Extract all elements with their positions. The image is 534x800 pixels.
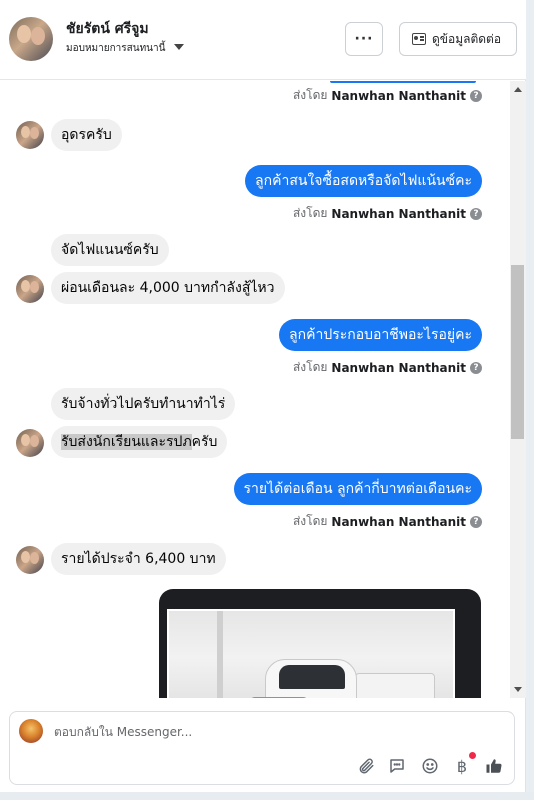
incoming-message[interactable]: อุดรครับ (51, 119, 122, 151)
info-icon[interactable]: ? (470, 207, 482, 220)
paperclip-icon[interactable] (356, 756, 376, 776)
assign-dropdown-icon[interactable] (174, 44, 184, 50)
baht-icon[interactable]: ฿ (452, 756, 472, 776)
contact-avatar[interactable] (9, 17, 53, 61)
sender-avatar[interactable] (16, 121, 44, 149)
notification-dot (469, 752, 476, 759)
contact-name[interactable]: ชัยรัตน์ ศรีจูม (66, 18, 149, 40)
assign-conversation-label[interactable]: มอบหมายการสนทนานี้ (66, 41, 165, 56)
more-icon: ··· (354, 31, 374, 47)
reply-composer: ฿ (9, 711, 515, 785)
reply-input[interactable] (54, 722, 494, 742)
view-contact-button[interactable]: ดูข้อมูลติดต่อ (399, 22, 517, 56)
thumbs-up-icon[interactable] (484, 756, 504, 776)
info-icon[interactable]: ? (470, 515, 482, 528)
chat-bubble-icon[interactable] (387, 756, 407, 776)
sent-by-label: ส่งโดย Nanwhan Nanthanit? (293, 512, 482, 531)
sender-avatar[interactable] (16, 546, 44, 574)
view-contact-label: ดูข้อมูลติดต่อ (432, 31, 502, 46)
outgoing-message[interactable]: รายได้ต่อเดือน ลูกค้ากี่บาทต่อเดือนคะ (233, 473, 482, 505)
outgoing-message[interactable]: ลูกค้าสนใจซื้อสดหรือจัดไฟแน้นซ์คะ (245, 165, 482, 197)
info-icon[interactable]: ? (470, 89, 482, 102)
incoming-message[interactable]: จัดไฟแนนซ์ครับ (51, 234, 169, 266)
sender-avatar[interactable] (16, 275, 44, 303)
incoming-message[interactable]: รับส่งนักเรียนและรปภครับ (51, 426, 228, 458)
sent-by-label: ส่งโดย Nanwhan Nanthanit? (293, 86, 482, 105)
emoji-icon[interactable] (420, 756, 440, 776)
contact-card-icon (412, 33, 426, 45)
incoming-message[interactable]: รายได้ประจำ 6,400 บาท (51, 543, 226, 575)
outgoing-bubble-partial (330, 81, 476, 83)
scroll-up-arrow-icon[interactable] (514, 87, 522, 92)
page-avatar (19, 719, 43, 743)
more-options-button[interactable]: ··· (345, 22, 383, 56)
truck-photo (167, 609, 455, 698)
image-message[interactable] (159, 589, 481, 698)
message-thread[interactable]: ส่งโดย Nanwhan Nanthanit? อุดรครับ ลูกค้า… (0, 81, 510, 698)
scroll-down-arrow-icon[interactable] (514, 687, 522, 692)
info-icon[interactable]: ? (470, 361, 482, 374)
sent-by-label: ส่งโดย Nanwhan Nanthanit? (293, 204, 482, 223)
incoming-message[interactable]: ผ่อนเดือนละ 4,000 บาทกำลังสู้ไหว (51, 272, 285, 304)
selected-text: รับส่งนักเรียนและรปภ (61, 434, 192, 450)
messenger-panel: ชัยรัตน์ ศรีจูม มอบหมายการสนทนานี้ ··· ด… (0, 0, 526, 800)
sent-by-label: ส่งโดย Nanwhan Nanthanit? (293, 358, 482, 377)
sender-avatar[interactable] (16, 429, 44, 457)
scrollbar-thumb[interactable] (511, 265, 524, 439)
bottom-strip (0, 792, 534, 800)
incoming-message[interactable]: รับจ้างทั่วไปครับทำนาทำไร่ (51, 388, 236, 420)
outgoing-message[interactable]: ลูกค้าประกอบอาชีพอะไรอยู่คะ (279, 319, 482, 351)
conversation-header: ชัยรัตน์ ศรีจูม มอบหมายการสนทนานี้ ··· ด… (0, 0, 526, 80)
